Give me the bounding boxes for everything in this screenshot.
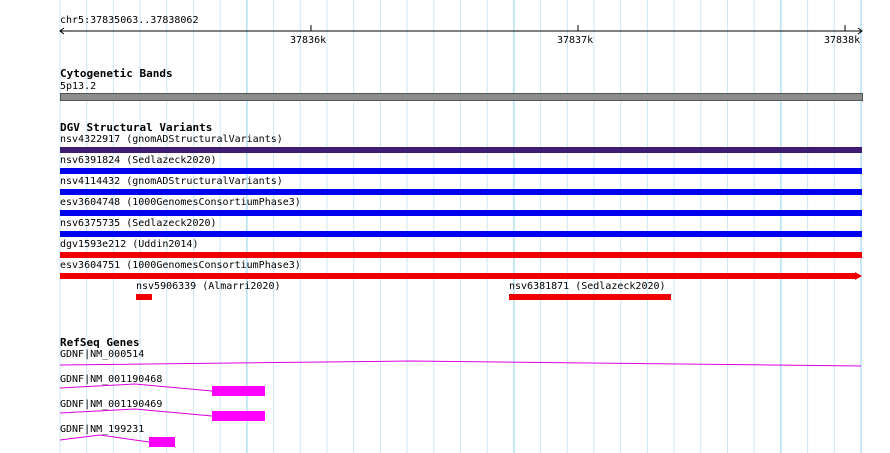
variant-feature[interactable] [60, 252, 862, 258]
gene-exon [212, 411, 265, 421]
continues-right-arrow-icon [855, 272, 862, 280]
cytoband-name: 5p13.2 [60, 81, 97, 92]
variant-label: nsv6391824 (Sedlazeck2020) [60, 155, 217, 166]
variant-label: nsv4322917 (gnomADStructuralVariants) [60, 134, 283, 145]
dgv-track-title: DGV Structural Variants [60, 121, 213, 134]
variant-feature[interactable] [509, 294, 671, 300]
variant-feature[interactable] [60, 273, 856, 279]
variant-feature[interactable] [136, 294, 152, 300]
variant-feature[interactable] [60, 231, 862, 237]
gene-model[interactable] [0, 355, 890, 375]
variant-feature[interactable] [60, 210, 862, 216]
gene-exon [149, 437, 175, 447]
cytoband-track-title: Cytogenetic Bands [60, 67, 173, 80]
variant-label: nsv5906339 (Almarri2020) [136, 281, 281, 292]
gene-model[interactable] [0, 405, 890, 425]
gene-exon [212, 386, 265, 396]
variant-label: nsv6381871 (Sedlazeck2020) [509, 281, 666, 292]
ruler-tick-label: 37838k [824, 35, 861, 46]
refseq-track-title: RefSeq Genes [60, 336, 140, 349]
ruler-tick-label: 37837k [557, 35, 594, 46]
cytoband-bar[interactable] [60, 93, 863, 101]
variant-label: dgv1593e212 (Uddin2014) [60, 239, 199, 250]
variant-label: nsv4114432 (gnomADStructuralVariants) [60, 176, 283, 187]
ruler-tick-label: 37836k [290, 35, 327, 46]
variant-feature[interactable] [60, 147, 862, 153]
ruler-axis[interactable] [0, 0, 890, 40]
variant-feature[interactable] [60, 189, 862, 195]
gene-model[interactable] [0, 380, 890, 400]
variant-label: esv3604751 (1000GenomesConsortiumPhase3) [60, 260, 301, 271]
variant-feature[interactable] [60, 168, 862, 174]
variant-label: esv3604748 (1000GenomesConsortiumPhase3) [60, 197, 301, 208]
gene-model[interactable] [0, 430, 890, 450]
variant-label: nsv6375735 (Sedlazeck2020) [60, 218, 217, 229]
